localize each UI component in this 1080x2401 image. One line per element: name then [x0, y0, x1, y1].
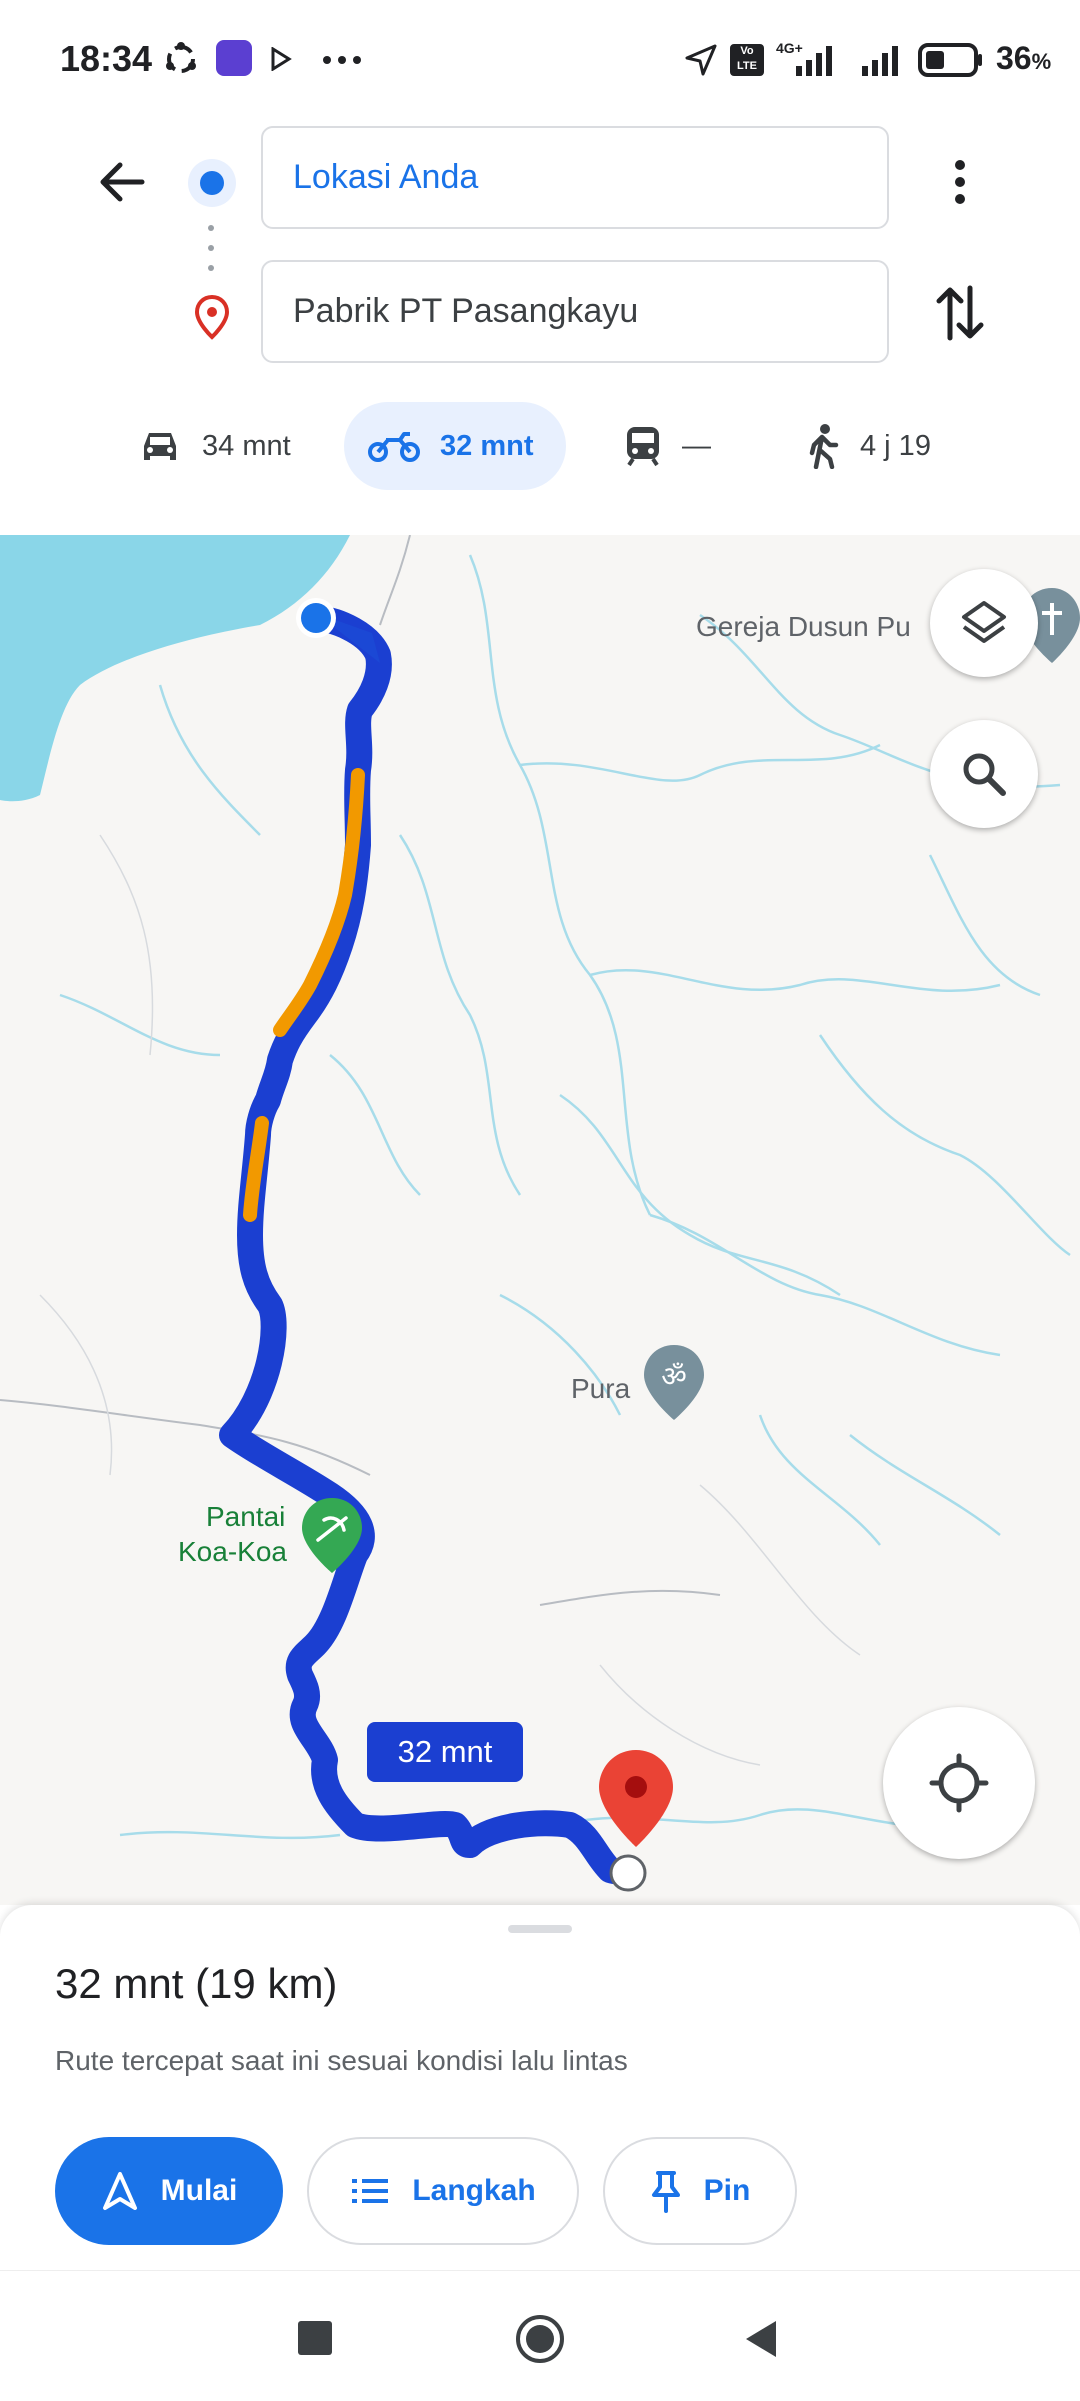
route-path [219, 605, 641, 1886]
motorcycle-icon [368, 432, 420, 462]
destination-marker-dot [625, 1776, 647, 1798]
mode-walk[interactable]: 4 j 19 [806, 402, 976, 490]
back-button[interactable] [742, 2319, 780, 2359]
start-button[interactable]: Mulai [55, 2137, 283, 2245]
more-options-icon[interactable] [945, 156, 975, 208]
route-end-point [609, 1854, 647, 1892]
origin-dot-icon [188, 159, 236, 207]
rivers [59, 554, 1071, 1840]
mode-motorcycle[interactable]: 32 mnt [344, 402, 566, 490]
map-label-beach-2[interactable]: Koa-Koa [178, 1536, 287, 1568]
mode-car[interactable]: 34 mnt [138, 402, 318, 490]
directions-header: Lokasi Anda Pabrik PT Pasangkayu 34 mnt … [0, 110, 1080, 535]
status-time: 18:34 [60, 38, 153, 79]
map-label-beach-1[interactable]: Pantai [206, 1501, 285, 1533]
sea-area [0, 535, 350, 802]
destination-pin-icon [194, 294, 230, 340]
app-badge-icon [216, 40, 252, 76]
signal-icon [796, 46, 832, 76]
battery-value: 36 [996, 40, 1032, 76]
search-icon [963, 753, 1006, 796]
destination-marker [599, 1750, 673, 1847]
volte-icon: Vo LTE [730, 44, 764, 76]
mode-car-time: 34 mnt [202, 429, 291, 462]
crosshair-icon [929, 1753, 989, 1813]
status-bar: 18:34 Vo LTE 4G+ 36% [0, 0, 1080, 110]
start-button-label: Mulai [160, 2174, 238, 2207]
search-along-route-button[interactable] [930, 720, 1038, 828]
pin-icon [651, 2171, 680, 2213]
signal-2-icon [862, 46, 898, 76]
swap-icon[interactable] [934, 282, 986, 344]
layers-icon [962, 601, 1006, 643]
pin-button[interactable]: Pin [603, 2137, 797, 2245]
navigation-arrow-icon [102, 2172, 137, 2210]
route-summary: 32 mnt (19 km) [55, 1960, 338, 2007]
sheet-drag-handle[interactable] [508, 1925, 572, 1933]
route-connector-dots [208, 225, 214, 271]
svg-text:ॐ: ॐ [661, 1360, 687, 1393]
car-icon [144, 433, 176, 460]
mode-transit[interactable]: — [624, 402, 744, 490]
battery-suffix: % [1031, 49, 1052, 74]
play-icon [271, 47, 292, 71]
location-arrow-icon [685, 44, 717, 76]
origin-input[interactable]: Lokasi Anda [261, 126, 889, 229]
transit-icon [627, 427, 659, 467]
mode-motorcycle-time: 32 mnt [440, 429, 534, 462]
sync-icon [166, 42, 196, 73]
mode-transit-time: — [682, 429, 711, 462]
my-location-button[interactable] [883, 1707, 1035, 1859]
mode-walk-time: 4 j 19 [860, 429, 931, 462]
list-icon [352, 2179, 389, 2203]
route-eta-badge[interactable]: 32 mnt [367, 1722, 523, 1782]
pin-button-label: Pin [703, 2174, 751, 2207]
recents-button[interactable] [298, 2321, 332, 2355]
destination-input[interactable]: Pabrik PT Pasangkayu [261, 260, 889, 363]
more-notifications-icon [323, 56, 361, 64]
steps-button[interactable]: Langkah [307, 2137, 579, 2245]
system-nav-bar [0, 2270, 1080, 2401]
back-arrow-icon[interactable] [96, 156, 148, 208]
origin-dot [301, 603, 331, 633]
map-canvas[interactable]: ॐ [0, 535, 1080, 1905]
battery-percent: 36% [996, 40, 1051, 77]
map-view[interactable]: ॐ Gereja Dusun Pu Pura Pantai Koa-Koa 32… [0, 535, 1080, 1905]
temple-marker: ॐ [644, 1345, 704, 1420]
steps-button-label: Langkah [412, 2174, 536, 2207]
battery-icon [918, 43, 982, 77]
map-label-church[interactable]: Gereja Dusun Pu [696, 611, 911, 643]
home-button[interactable] [514, 2313, 566, 2365]
walk-icon [809, 424, 839, 469]
layers-button[interactable] [930, 569, 1038, 677]
route-summary-sheet: 32 mnt (19 km) Rute tercepat saat ini se… [0, 1905, 1080, 2270]
route-description: Rute tercepat saat ini sesuai kondisi la… [55, 2045, 628, 2076]
map-label-temple[interactable]: Pura [571, 1373, 630, 1405]
